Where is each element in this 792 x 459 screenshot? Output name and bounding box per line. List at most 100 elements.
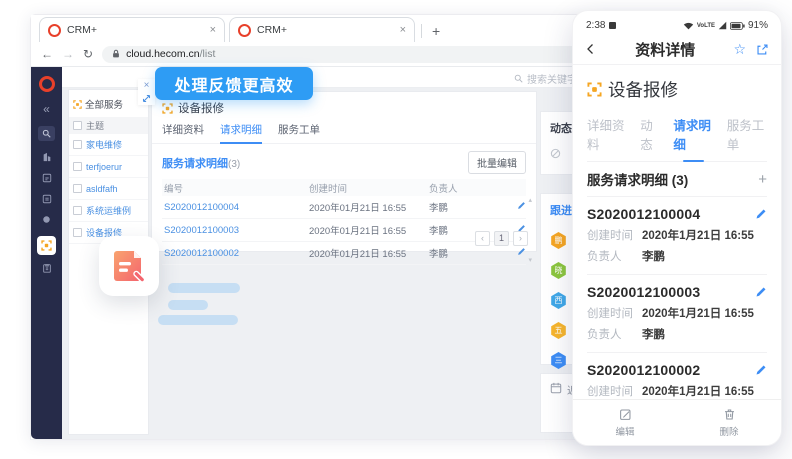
browser-tab-2[interactable]: CRM+ × [229, 17, 415, 42]
prev-page-button[interactable]: ‹ [475, 231, 490, 246]
batch-edit-button[interactable]: 批量编辑 [468, 151, 526, 174]
wifi-icon [683, 22, 694, 30]
tab-request-detail[interactable]: 请求明细 [220, 122, 262, 144]
section-header: 服务请求明细 (3) + [587, 162, 767, 197]
created-time: 2020年01月21日 16:55 [309, 246, 429, 260]
tab-work-order[interactable]: 服务工单 [278, 122, 320, 143]
edit-pencil-icon[interactable] [517, 247, 526, 256]
edit-pencil-icon[interactable] [755, 208, 767, 220]
add-icon[interactable]: + [758, 171, 767, 188]
tab-profile[interactable]: 详细资料 [587, 115, 627, 153]
field-label: 创建时间 [587, 227, 642, 243]
avatar[interactable]: 三 [550, 352, 567, 369]
crm-logo-icon [39, 76, 55, 92]
feature-callout: 处理反馈更高效 [155, 67, 313, 100]
list-item: 系统运维例 [69, 200, 148, 222]
scroll-down-icon[interactable]: ▾ [528, 257, 532, 264]
scroll-up-icon[interactable]: ▴ [528, 197, 532, 204]
col-owner: 负责人 [429, 181, 504, 195]
expand-icon[interactable] [142, 94, 151, 103]
row-checkbox[interactable] [73, 228, 82, 237]
feed-title: 动态 [550, 123, 572, 135]
tab-close-icon[interactable]: × [210, 25, 216, 36]
share-icon[interactable] [756, 43, 769, 56]
skeleton-bar [158, 315, 238, 325]
avatar[interactable]: 晓 [550, 262, 567, 279]
clipboard-icon[interactable] [42, 263, 52, 273]
close-icon[interactable]: × [144, 81, 150, 91]
feedback-doc-card [99, 236, 159, 296]
field-value: 2020年1月21日 16:55 [642, 305, 754, 321]
record-link[interactable]: asldfafh [86, 184, 118, 194]
request-card[interactable]: S2020012100004 创建时间2020年1月21日 16:55 负责人李… [587, 197, 767, 275]
select-all-checkbox[interactable] [73, 121, 82, 130]
row-checkbox[interactable] [73, 140, 82, 149]
record-link[interactable]: 家电维修 [86, 138, 122, 151]
table-row: S2020012100004 2020年01月21日 16:55 李鹏 [162, 196, 526, 219]
detail-title: 设备报修 [178, 100, 224, 116]
avatar[interactable]: 西 [550, 292, 567, 309]
module-card-icon[interactable] [42, 194, 52, 204]
list-table-header: 主题 [69, 117, 148, 134]
favorite-star-icon[interactable]: ☆ [733, 42, 746, 56]
back-icon[interactable]: ← [41, 48, 53, 60]
dot-icon[interactable] [42, 215, 51, 224]
edit-pencil-icon[interactable] [755, 364, 767, 376]
tab-feed[interactable]: 动态 [640, 115, 660, 153]
row-checkbox[interactable] [73, 162, 82, 171]
owner: 李鹏 [429, 200, 504, 214]
row-checkbox[interactable] [73, 206, 82, 215]
marketing-screenshot: CRM+ × CRM+ × + ← → ↻ cloud.hecom.cn/lis… [0, 0, 792, 459]
avatar[interactable]: 鹏 [550, 232, 567, 249]
new-tab-button[interactable]: + [432, 23, 440, 42]
delete-action[interactable]: 删除 [677, 400, 781, 445]
status-time: 2:38 [586, 20, 605, 31]
record-title: 设备报修 [608, 77, 678, 102]
field-value: 2020年1月21日 16:55 [642, 227, 754, 243]
request-number: S2020012100003 [587, 284, 700, 300]
request-card[interactable]: S2020012100003 创建时间2020年1月21日 16:55 负责人李… [587, 275, 767, 353]
list-item: 家电维修 [69, 134, 148, 156]
sidebar-item-service-active[interactable] [37, 236, 56, 255]
field-label: 负责人 [587, 248, 642, 264]
search-icon[interactable] [38, 126, 55, 141]
section-row: 服务请求明细(3) 批量编辑 [152, 144, 536, 179]
avatar[interactable]: 五 [550, 322, 567, 339]
reload-icon[interactable]: ↻ [83, 48, 93, 60]
collapse-sidebar-icon[interactable]: « [43, 103, 50, 115]
detail-panel: 设备报修 详细资料 请求明细 服务工单 服务请求明细(3) 批量编辑 编号 [151, 91, 537, 252]
row-checkbox[interactable] [73, 184, 82, 193]
battery-icon [730, 22, 745, 30]
tab-profile[interactable]: 详细资料 [162, 122, 204, 143]
edit-icon [619, 408, 632, 421]
field-value: 李鹏 [642, 326, 665, 342]
volte-badge: VoLTE [697, 23, 715, 29]
request-id-link[interactable]: S2020012100003 [164, 225, 239, 236]
col-id: 编号 [162, 181, 309, 195]
back-icon[interactable] [585, 43, 597, 55]
screenshot-icon [609, 22, 616, 29]
list-item: terfjoerur [69, 156, 148, 178]
record-link[interactable]: terfjoerur [86, 162, 122, 172]
request-id-link[interactable]: S2020012100002 [164, 248, 239, 259]
next-page-button[interactable]: › [513, 231, 528, 246]
record-link[interactable]: 系统运维例 [86, 204, 131, 217]
organization-icon[interactable] [42, 152, 52, 162]
forward-icon[interactable]: → [62, 48, 74, 60]
list-panel-header: 全部服务 [69, 90, 148, 117]
edit-action[interactable]: 编辑 [573, 400, 677, 445]
page-number[interactable]: 1 [494, 231, 509, 246]
tab-close-icon[interactable]: × [400, 25, 406, 36]
module-card-icon[interactable] [42, 173, 52, 183]
tab-request-detail[interactable]: 请求明细 [673, 115, 713, 153]
edit-pencil-icon[interactable] [517, 201, 526, 210]
request-id-link[interactable]: S2020012100004 [164, 202, 239, 213]
crm-favicon-icon [48, 24, 61, 37]
phone-nav-bar: 资料详情 ☆ [573, 34, 781, 65]
browser-tab-1[interactable]: CRM+ × [39, 17, 225, 42]
edit-pencil-icon[interactable] [755, 286, 767, 298]
tab-separator [421, 24, 422, 38]
field-label: 负责人 [587, 326, 642, 342]
object-icon [162, 103, 173, 114]
tab-work-order[interactable]: 服务工单 [727, 115, 767, 153]
